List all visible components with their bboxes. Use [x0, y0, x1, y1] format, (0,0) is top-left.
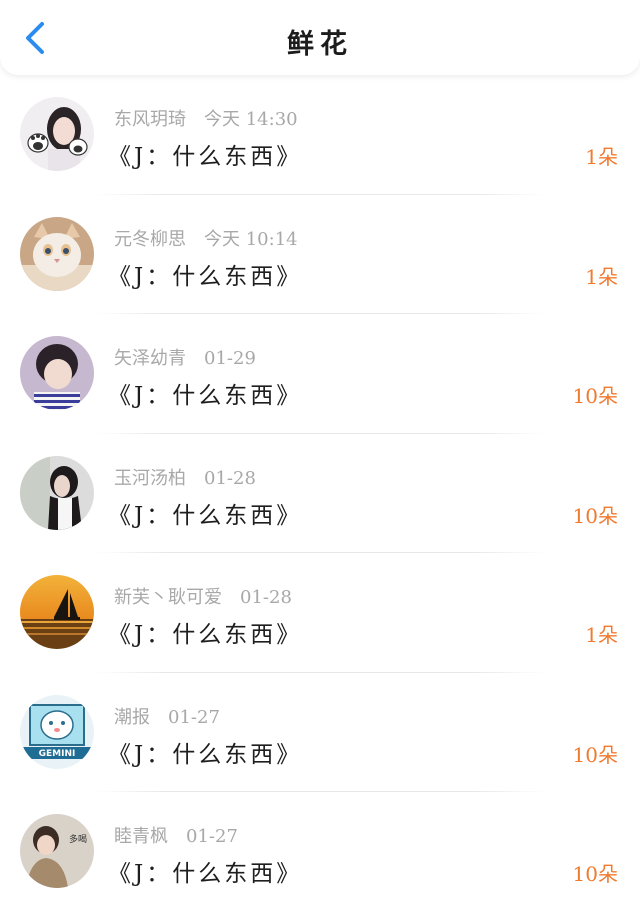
timestamp: 01-28 — [204, 467, 256, 489]
book-title: 《J：什么东西》 — [108, 861, 303, 887]
svg-text:多喝: 多喝 — [69, 833, 87, 845]
flower-count: 1朵 — [585, 264, 618, 289]
timestamp: 01-27 — [168, 706, 220, 728]
user-name: 元冬柳思 — [114, 228, 186, 250]
flower-list: 东风玥琦今天 14:30 《J：什么东西》 1朵 元冬柳思今天 10:14 — [0, 75, 640, 912]
book-title: 《J：什么东西》 — [108, 383, 303, 409]
item-meta: 潮报 01-27 — [114, 703, 220, 729]
list-item[interactable]: 多喝 睦青枫 01-27 《J：什么东西》 10朵 — [0, 792, 640, 912]
book-title: 《J：什么东西》 — [108, 502, 303, 529]
flower-count: 1朵 — [585, 145, 618, 169]
flower-count: 1朵 — [585, 623, 618, 647]
user-name: 潮报 — [114, 706, 150, 728]
timestamp: 01-27 — [186, 826, 238, 847]
page-title: 鲜花 — [287, 29, 353, 60]
user-name: 矢泽幼青 — [114, 348, 186, 369]
svg-text:GEMINI: GEMINI — [39, 749, 76, 759]
book-title: 《J：什么东西》 — [108, 263, 303, 290]
item-meta: 玉河汤柏 01-28 — [114, 464, 256, 490]
avatar[interactable] — [20, 455, 94, 530]
list-item[interactable]: 东风玥琦 今天 14:30 《J：什么东西》 1朵 — [0, 75, 640, 195]
flower-count: 10朵 — [572, 503, 618, 528]
user-name: 睦青枫 — [114, 826, 168, 847]
item-meta: 东风玥琦 今天 14:30 — [114, 105, 298, 131]
user-name: 新芙丶耿可爱 — [114, 587, 222, 608]
item-meta: 睦青枫 01-27 — [114, 822, 238, 848]
user-name: 玉河汤柏 — [114, 467, 186, 489]
flower-count: 10朵 — [572, 862, 618, 886]
flower-count: 10朵 — [572, 742, 618, 767]
top-bar: 鲜花 — [0, 0, 640, 75]
avatar[interactable] — [20, 216, 94, 291]
avatar[interactable]: 多喝 — [20, 814, 94, 888]
avatar[interactable] — [20, 97, 94, 171]
timestamp: 今天 14:30 — [204, 109, 298, 130]
user-name: 东风玥琦 — [114, 109, 186, 130]
flower-count: 10朵 — [572, 384, 618, 408]
list-item[interactable]: 元冬柳思 今天 10:14 《J：什么东西》 1朵 — [0, 195, 640, 314]
book-title: 《J：什么东西》 — [108, 144, 303, 170]
timestamp: 01-28 — [240, 587, 292, 608]
avatar[interactable]: GEMINI — [20, 694, 94, 769]
list-item[interactable]: GEMINI 潮报 01-27 《J：什么东西》 10朵 — [0, 673, 640, 792]
list-item[interactable]: 新芙丶耿可爱 01-28 《J：什么东西》 1朵 — [0, 553, 640, 673]
item-meta: 矢泽幼青 01-29 — [114, 344, 256, 370]
book-title: 《J：什么东西》 — [108, 622, 303, 648]
list-item[interactable]: 矢泽幼青 01-29 《J：什么东西》 10朵 — [0, 314, 640, 434]
avatar[interactable] — [20, 575, 94, 649]
timestamp: 今天 10:14 — [204, 228, 298, 250]
book-title: 《J：什么东西》 — [108, 741, 303, 768]
timestamp: 01-29 — [204, 348, 256, 369]
list-item[interactable]: 玉河汤柏 01-28 《J：什么东西》 10朵 — [0, 434, 640, 553]
avatar[interactable] — [20, 336, 94, 410]
item-meta: 新芙丶耿可爱 01-28 — [114, 583, 292, 609]
item-meta: 元冬柳思 今天 10:14 — [114, 225, 298, 251]
